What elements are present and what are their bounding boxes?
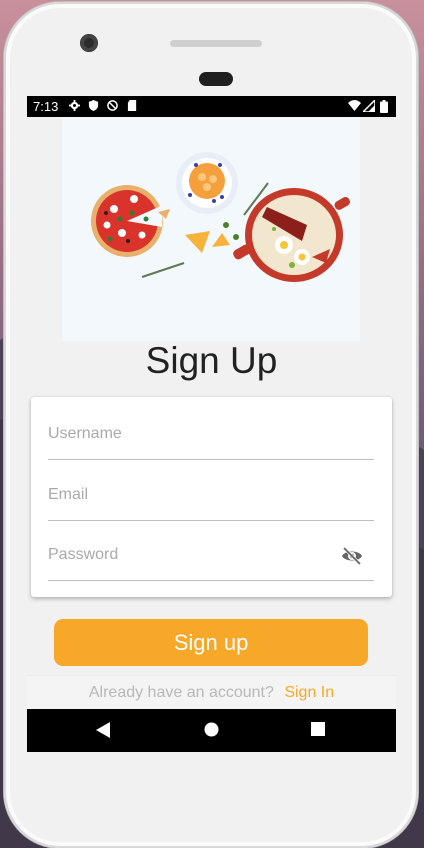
signin-link[interactable]: Sign In — [284, 684, 334, 701]
email-field[interactable]: Email — [48, 476, 374, 521]
already-account-text: Already have an account? — [88, 684, 274, 701]
pancake-plate — [176, 152, 238, 214]
sd-card-icon — [127, 100, 137, 111]
signal-icon — [363, 100, 375, 112]
page-title: Sign Up — [145, 340, 278, 381]
username-placeholder: Username — [48, 425, 122, 442]
status-bar: 7:13 — [27, 96, 396, 117]
email-placeholder: Email — [48, 486, 89, 503]
eye-off-icon[interactable] — [340, 544, 364, 568]
earpiece-speaker — [170, 40, 262, 47]
front-camera — [80, 34, 98, 52]
username-field[interactable]: Username — [48, 415, 374, 460]
no-sync-icon — [107, 100, 118, 111]
signup-form-card: Username Email Password — [31, 397, 392, 597]
signin-prompt: Already have an account? Sign In — [27, 675, 396, 710]
shield-icon — [88, 100, 99, 111]
status-time: 7:13 — [33, 99, 59, 114]
pizza-illustration — [91, 185, 170, 257]
password-field[interactable]: Password — [48, 536, 374, 581]
food-illustration — [62, 117, 360, 341]
back-icon[interactable] — [96, 722, 110, 738]
battery-icon — [380, 100, 388, 113]
app-screen: 7:13 Sign Up Username Email Password Sig… — [27, 96, 396, 752]
proximity-sensor — [199, 72, 233, 86]
signup-button[interactable]: Sign up — [54, 619, 368, 666]
home-icon[interactable] — [204, 722, 219, 737]
recents-icon[interactable] — [311, 722, 325, 736]
gear-icon — [69, 100, 80, 111]
wifi-icon — [348, 100, 361, 111]
system-nav-bar — [27, 709, 396, 752]
password-placeholder: Password — [48, 546, 119, 563]
skillet-illustration — [233, 188, 350, 282]
